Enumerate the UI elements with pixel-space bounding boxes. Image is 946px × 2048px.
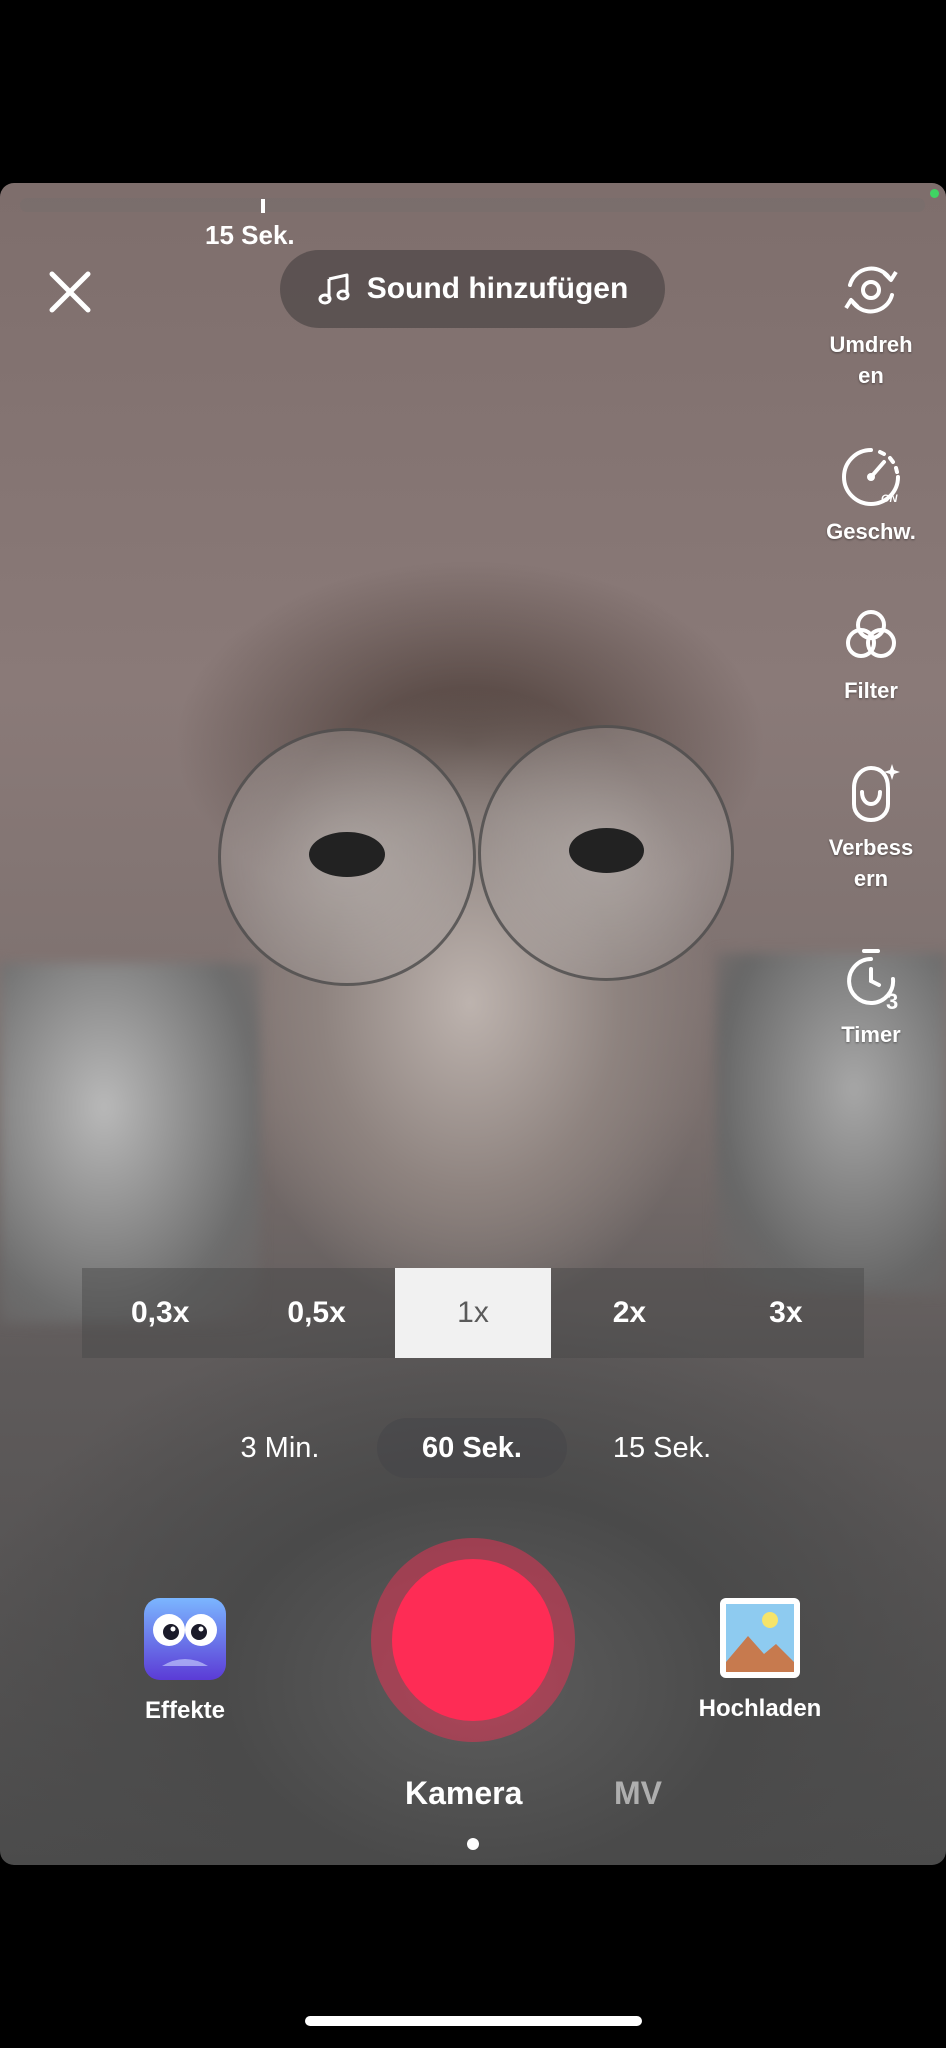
beautify-button[interactable]: Verbess ern (796, 758, 946, 894)
filter-icon (846, 610, 896, 658)
svg-text:3: 3 (886, 989, 898, 1014)
effects-label: Effekte (144, 1697, 226, 1724)
recording-progress-track (20, 198, 925, 212)
add-sound-button[interactable]: Sound hinzufügen (280, 250, 665, 328)
flip-camera-button[interactable]: Umdreh en (796, 255, 946, 391)
home-indicator[interactable] (305, 2016, 642, 2026)
zoom-option-1x[interactable]: 1x (394, 1268, 552, 1358)
progress-marker-label: 15 Sek. (205, 220, 295, 250)
zoom-option-0.5x[interactable]: 0,5x (238, 1268, 394, 1358)
zoom-option-3x[interactable]: 3x (708, 1268, 864, 1358)
tab-kamera[interactable]: Kamera (405, 1775, 522, 1812)
progress-end-dot (930, 189, 939, 198)
progress-marker (261, 199, 265, 213)
timer-button[interactable]: 3 Timer (796, 945, 946, 1050)
gallery-icon (720, 1598, 800, 1678)
speed-button[interactable]: ON Geschw. (796, 442, 946, 547)
tab-mv[interactable]: MV (614, 1775, 662, 1812)
duration-selector: 3 Min. 60 Sek. 15 Sek. (0, 1418, 946, 1478)
speed-icon: ON (842, 448, 900, 506)
effect-eye-lens-right (478, 725, 734, 981)
zoom-option-0.3x[interactable]: 0,3x (82, 1268, 238, 1358)
duration-option-15sek[interactable]: 15 Sek. (592, 1418, 732, 1478)
svg-text:ON: ON (881, 493, 899, 505)
music-note-icon (318, 273, 350, 305)
beautify-label: Verbess ern (828, 835, 914, 891)
flip-camera-icon (844, 266, 898, 314)
filter-label: Filter (844, 678, 898, 703)
add-sound-label: Sound hinzufügen (366, 272, 629, 305)
zoom-selector: 0,3x 0,5x 1x 2x 3x (82, 1268, 864, 1358)
effect-eye-lens-left (218, 728, 476, 986)
duration-option-60sek[interactable]: 60 Sek. (377, 1418, 567, 1478)
close-icon (49, 271, 91, 313)
upload-label: Hochladen (698, 1695, 822, 1722)
timer-label: Timer (841, 1022, 901, 1047)
record-button[interactable] (371, 1538, 575, 1742)
upload-button[interactable]: Hochladen (690, 1596, 830, 1723)
flip-camera-label: Umdreh en (829, 332, 913, 388)
active-tab-indicator (467, 1838, 479, 1850)
duration-option-3min[interactable]: 3 Min. (210, 1418, 350, 1478)
timer-icon: 3 (847, 949, 898, 1014)
record-button-core (392, 1559, 554, 1721)
mode-tabs: Kamera MV (0, 1775, 946, 1825)
effects-button[interactable]: Effekte (135, 1596, 235, 1725)
beautify-icon (852, 764, 900, 823)
close-button[interactable] (40, 262, 100, 322)
filter-button[interactable]: Filter (796, 601, 946, 706)
effects-icon (144, 1598, 226, 1680)
zoom-option-2x[interactable]: 2x (551, 1268, 707, 1358)
speed-label: Geschw. (826, 519, 916, 544)
